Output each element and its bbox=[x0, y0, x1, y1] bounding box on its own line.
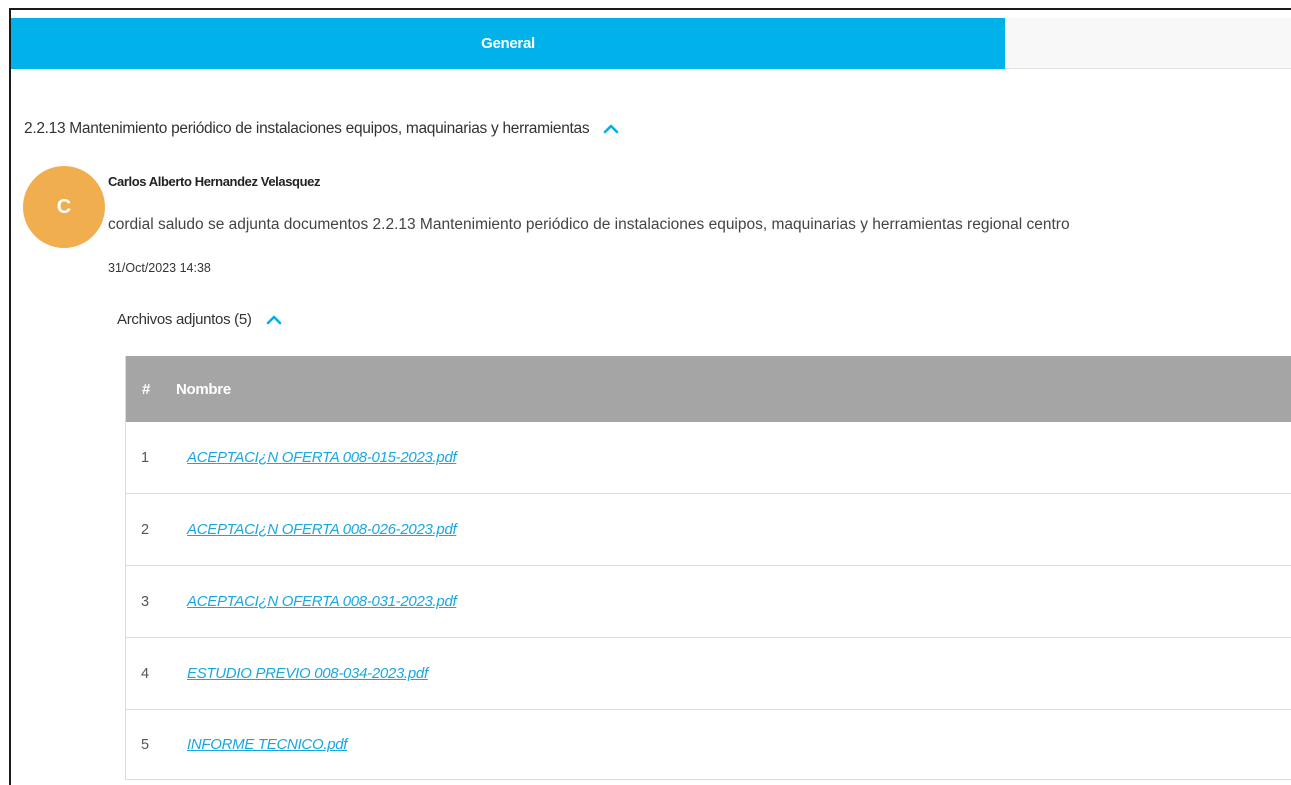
row-number: 4 bbox=[141, 665, 150, 682]
content-frame: General 2.2.13 Mantenimiento periódico d… bbox=[9, 8, 1291, 785]
file-link[interactable]: INFORME TECNICO.pdf bbox=[187, 736, 347, 753]
comment-text: cordial saludo se adjunta documentos 2.2… bbox=[108, 216, 1070, 233]
tab-secondary[interactable] bbox=[1005, 18, 1291, 69]
table-row: 5 INFORME TECNICO.pdf bbox=[126, 710, 1291, 780]
table-header: # Nombre bbox=[126, 356, 1291, 422]
tab-general[interactable]: General bbox=[11, 18, 1005, 69]
tab-bar: General bbox=[11, 18, 1291, 69]
row-number: 2 bbox=[141, 521, 150, 538]
table-row: 4 ESTUDIO PREVIO 008-034-2023.pdf bbox=[126, 638, 1291, 710]
file-link[interactable]: ACEPTACI¿N OFERTA 008-031-2023.pdf bbox=[187, 593, 457, 610]
column-header-number: # bbox=[142, 380, 151, 398]
row-number: 5 bbox=[141, 736, 150, 753]
attachments-header: Archivos adjuntos (5) bbox=[117, 311, 282, 328]
attachments-table: # Nombre 1 ACEPTACI¿N OFERTA 008-015-202… bbox=[125, 356, 1291, 780]
file-link[interactable]: ACEPTACI¿N OFERTA 008-026-2023.pdf bbox=[187, 521, 457, 538]
comment-date: 31/Oct/2023 14:38 bbox=[108, 261, 211, 275]
comment-author: Carlos Alberto Hernandez Velasquez bbox=[108, 174, 321, 189]
chevron-up-icon[interactable] bbox=[266, 315, 282, 325]
row-number: 3 bbox=[141, 593, 150, 610]
file-link[interactable]: ACEPTACI¿N OFERTA 008-015-2023.pdf bbox=[187, 449, 457, 466]
file-link[interactable]: ESTUDIO PREVIO 008-034-2023.pdf bbox=[187, 665, 428, 682]
table-row: 1 ACEPTACI¿N OFERTA 008-015-2023.pdf bbox=[126, 422, 1291, 494]
section-title: 2.2.13 Mantenimiento periódico de instal… bbox=[24, 120, 590, 137]
avatar: C bbox=[23, 166, 105, 248]
table-row: 3 ACEPTACI¿N OFERTA 008-031-2023.pdf bbox=[126, 566, 1291, 638]
chevron-up-icon[interactable] bbox=[603, 124, 619, 134]
column-header-name: Nombre bbox=[176, 380, 231, 398]
section-header: 2.2.13 Mantenimiento periódico de instal… bbox=[24, 120, 619, 138]
attachments-title: Archivos adjuntos (5) bbox=[117, 311, 252, 328]
row-number: 1 bbox=[141, 449, 150, 466]
table-row: 2 ACEPTACI¿N OFERTA 008-026-2023.pdf bbox=[126, 494, 1291, 566]
